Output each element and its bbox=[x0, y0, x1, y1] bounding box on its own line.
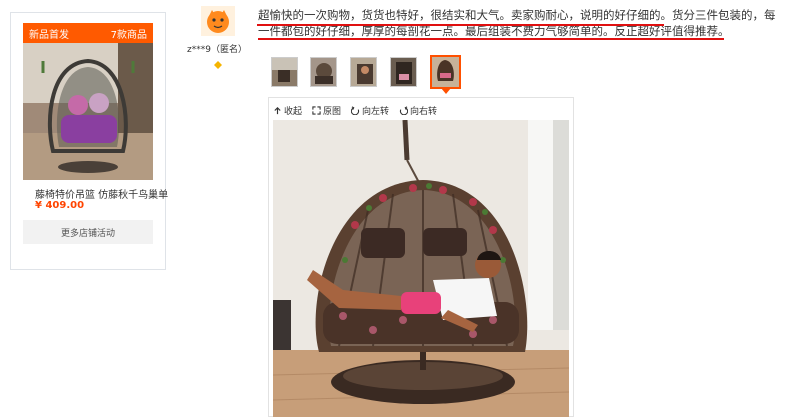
rotate-left-button[interactable]: 向左转 bbox=[351, 104, 389, 117]
diamond-level-icon bbox=[213, 55, 223, 69]
review-line: 超愉快的一次购物，货货也特好，很结实和大气。卖家购耐心，说明的好仔细的。货分三件… bbox=[258, 8, 776, 22]
annotation-underline bbox=[258, 38, 724, 40]
original-image-button[interactable]: 原图 bbox=[312, 104, 341, 117]
review-thumbnail[interactable] bbox=[271, 57, 298, 87]
review-thumbnail[interactable] bbox=[350, 57, 377, 87]
shop-promo-card: 新品首发 7款商品 藤椅特价吊篮 仿藤秋千鸟巢单 ¥ 409.00 更多店铺活动 bbox=[10, 12, 168, 270]
collapse-button[interactable]: 收起 bbox=[273, 104, 302, 117]
annotation-underline bbox=[257, 24, 664, 26]
avatar[interactable] bbox=[201, 6, 235, 36]
product-count-label: 7款商品 bbox=[110, 29, 147, 41]
product-price: ¥ 409.00 bbox=[35, 200, 85, 211]
rotate-left-label: 向左转 bbox=[362, 107, 390, 117]
review-thumbnail[interactable] bbox=[390, 57, 417, 87]
promo-header[interactable]: 新品首发 7款商品 bbox=[23, 23, 153, 43]
selected-thumbnail-caret bbox=[441, 88, 451, 94]
collapse-label: 收起 bbox=[284, 107, 303, 117]
reviewer-name: z***9（匿名） bbox=[187, 45, 247, 55]
image-toolbar: 收起 原图 向左转 向右转 bbox=[273, 104, 437, 117]
review-photo[interactable] bbox=[273, 120, 569, 417]
rotate-right-button[interactable]: 向右转 bbox=[399, 104, 437, 117]
product-title[interactable]: 藤椅特价吊篮 仿藤秋千鸟巢单 bbox=[35, 186, 168, 201]
original-image-label: 原图 bbox=[323, 107, 342, 117]
collapse-arrow-icon bbox=[274, 106, 281, 115]
rotate-right-icon bbox=[399, 106, 409, 115]
review-thumbnail[interactable] bbox=[310, 57, 337, 87]
review-text: 超愉快的一次购物，货货也特好，很结实和大气。卖家购耐心，说明的好仔细的。货分三件… bbox=[258, 7, 780, 39]
review-thumbnail-selected[interactable] bbox=[430, 55, 461, 89]
rotate-left-icon bbox=[351, 106, 360, 115]
new-arrival-label: 新品首发 bbox=[29, 29, 69, 41]
rotate-right-label: 向右转 bbox=[410, 107, 438, 117]
product-image[interactable] bbox=[23, 43, 153, 180]
expand-icon bbox=[312, 106, 321, 115]
more-shop-activities-button[interactable]: 更多店铺活动 bbox=[23, 220, 153, 244]
